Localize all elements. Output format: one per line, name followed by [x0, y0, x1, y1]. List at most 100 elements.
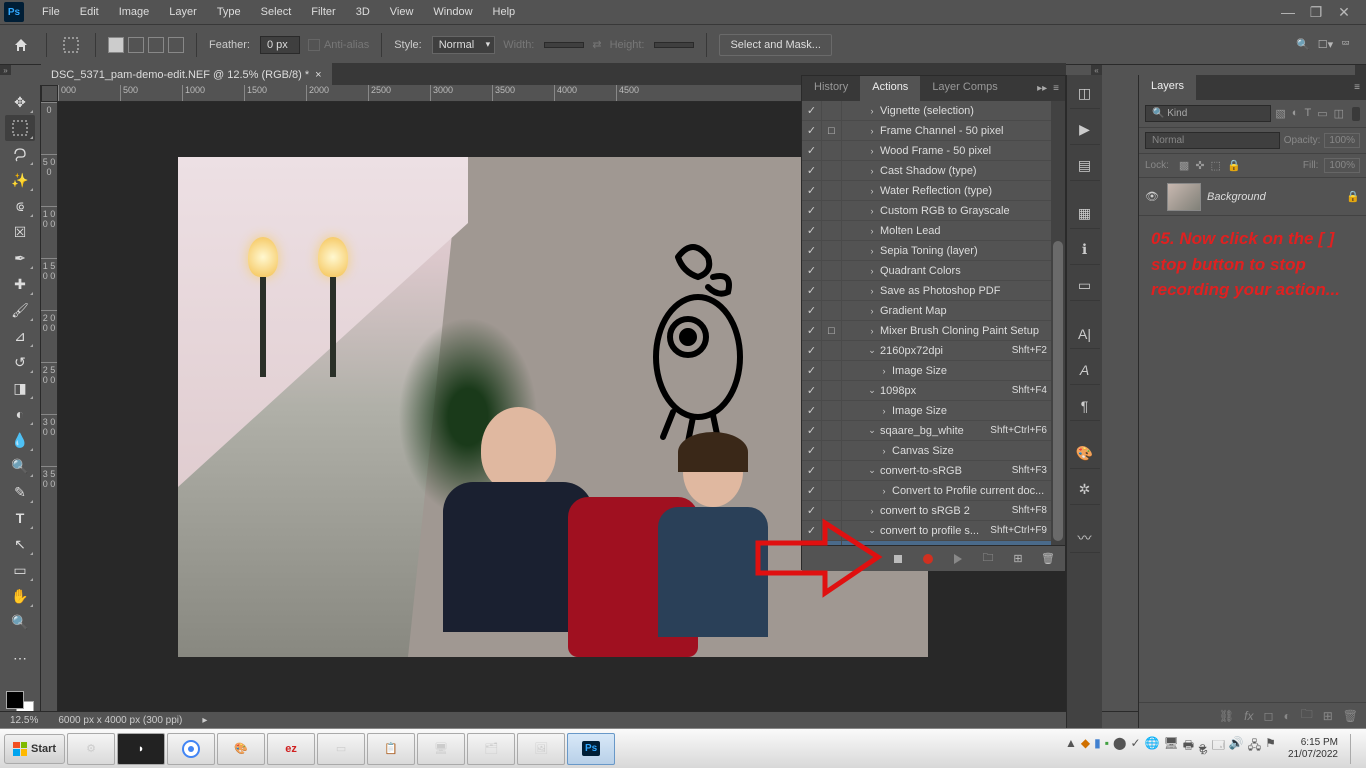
show-desktop[interactable] — [1350, 734, 1358, 764]
action-row[interactable]: ✓›Canvas Size — [802, 441, 1065, 461]
new-layer-icon[interactable]: ⊞ — [1323, 709, 1333, 723]
collapsed-strip-far-right[interactable] — [1355, 65, 1366, 75]
lock-pixels-icon[interactable]: ▩ — [1179, 159, 1189, 172]
strip-char-icon[interactable]: A| — [1070, 319, 1100, 349]
action-row[interactable]: ✓›convert to sRGB 2Shft+F8 — [802, 501, 1065, 521]
dodge-tool[interactable]: 🔍 — [5, 453, 35, 479]
status-arrow-icon[interactable]: ▸ — [202, 715, 207, 726]
action-row[interactable]: ✓›Convert to Profile current doc... — [802, 481, 1065, 501]
select-and-mask-button[interactable]: Select and Mask... — [719, 34, 832, 56]
magic-wand-tool[interactable]: ✨ — [5, 167, 35, 193]
task-item[interactable]: 🖼 — [517, 733, 565, 765]
doc-dimensions[interactable]: 6000 px x 4000 px (300 ppi) — [58, 715, 182, 726]
filter-toggle[interactable] — [1352, 107, 1360, 121]
action-row[interactable]: ✓›Water Reflection (type) — [802, 181, 1065, 201]
filter-shape-icon[interactable]: ▭ — [1317, 107, 1327, 120]
feather-input[interactable]: 0 px — [260, 36, 300, 54]
strip-grid-icon[interactable]: ▦ — [1070, 199, 1100, 229]
task-item[interactable]: 🖥 — [417, 733, 465, 765]
panel-collapse-icon[interactable]: ▸▸ — [1037, 83, 1047, 94]
tray-icons[interactable]: ▲◆▮▪⬤✓🌐🖥🖶🕏🗔🔊🖧⚑ — [1065, 736, 1276, 761]
task-chrome[interactable] — [167, 733, 215, 765]
visibility-icon[interactable]: 👁 — [1145, 190, 1161, 203]
marquee-tool[interactable] — [5, 115, 35, 141]
fill-value[interactable]: 100% — [1324, 158, 1360, 173]
tab-actions[interactable]: Actions — [860, 76, 920, 101]
strip-prop-icon[interactable]: ▭ — [1070, 271, 1100, 301]
filter-select[interactable]: 🔍 Kind — [1145, 105, 1271, 122]
layer-name[interactable]: Background — [1207, 191, 1340, 203]
trash-icon[interactable]: 🗑 — [1343, 709, 1358, 723]
marquee-tool-icon[interactable] — [59, 33, 83, 57]
fx-icon[interactable]: fx — [1244, 709, 1253, 723]
ruler-vertical[interactable]: 05 0 01 0 0 01 5 0 02 0 0 02 5 0 03 0 0 … — [41, 102, 58, 728]
start-button[interactable]: Start — [4, 734, 65, 764]
zoom-level[interactable]: 12.5% — [10, 715, 38, 726]
zoom-tool[interactable]: 🔍 — [5, 609, 35, 635]
layer-row[interactable]: 👁 Background 🔒 — [1139, 178, 1366, 216]
history-brush-tool[interactable]: ↺ — [5, 349, 35, 375]
scrollbar[interactable] — [1051, 101, 1065, 545]
actions-list[interactable]: ✓›Vignette (selection)✓□›Frame Channel -… — [802, 101, 1065, 545]
collapsed-strip-right[interactable]: « — [1091, 65, 1102, 75]
action-row[interactable]: ✓›Wood Frame - 50 pixel — [802, 141, 1065, 161]
selection-mode-icons[interactable] — [108, 37, 184, 53]
play-button[interactable] — [951, 552, 965, 566]
stop-button[interactable] — [891, 552, 905, 566]
menu-image[interactable]: Image — [109, 2, 160, 22]
action-row[interactable]: ✓›Custom RGB to Grayscale — [802, 201, 1065, 221]
strip-nav-icon[interactable]: ✲ — [1070, 475, 1100, 505]
scrollbar-thumb[interactable] — [1053, 241, 1063, 541]
layers-menu-icon[interactable]: ≡ — [1354, 82, 1360, 93]
strip-play-icon[interactable]: ▶ — [1070, 115, 1100, 145]
edit-toolbar[interactable]: ⋯ — [5, 645, 35, 671]
strip-comp-icon[interactable]: ▤ — [1070, 151, 1100, 181]
menu-layer[interactable]: Layer — [159, 2, 207, 22]
frame-tool[interactable]: ☒ — [5, 219, 35, 245]
brush-tool[interactable]: 🖌 — [5, 297, 35, 323]
menu-select[interactable]: Select — [251, 2, 302, 22]
delete-button[interactable]: 🗑 — [1041, 552, 1055, 566]
filter-smart-icon[interactable]: ◫ — [1334, 107, 1344, 120]
record-button[interactable] — [921, 552, 935, 566]
action-row[interactable]: ✓⌄sqaare_bg_whiteShft+Ctrl+F6 — [802, 421, 1065, 441]
menu-type[interactable]: Type — [207, 2, 251, 22]
action-row[interactable]: ✓›Image Size — [802, 401, 1065, 421]
style-select[interactable]: Normal — [432, 36, 495, 54]
menu-file[interactable]: File — [32, 2, 70, 22]
maximize-button[interactable]: ❐ — [1308, 4, 1324, 21]
minimize-button[interactable]: — — [1280, 4, 1296, 21]
menu-filter[interactable]: Filter — [301, 2, 345, 22]
lock-nested-icon[interactable]: ⬚ — [1211, 159, 1221, 172]
path-select-tool[interactable]: ↖ — [5, 531, 35, 557]
fg-color[interactable] — [6, 691, 24, 709]
action-row[interactable]: ✓⌄2160px72dpiShft+F2 — [802, 341, 1065, 361]
link-icon[interactable]: ⛓ — [1219, 709, 1234, 723]
strip-info-icon[interactable]: ℹ — [1070, 235, 1100, 265]
action-row[interactable]: ✓›Molten Lead — [802, 221, 1065, 241]
tab-layers[interactable]: Layers — [1139, 75, 1196, 100]
menu-help[interactable]: Help — [483, 2, 526, 22]
action-row[interactable]: ✓⌄convert-to-sRGBShft+F3 — [802, 461, 1065, 481]
shape-tool[interactable]: ▭ — [5, 557, 35, 583]
document-tab[interactable]: DSC_5371_pam-demo-edit.NEF @ 12.5% (RGB/… — [41, 63, 332, 85]
hand-tool[interactable]: ✋ — [5, 583, 35, 609]
layer-thumbnail[interactable] — [1167, 183, 1201, 211]
tab-history[interactable]: History — [802, 76, 860, 101]
new-action-button[interactable]: ⊞ — [1011, 552, 1025, 566]
panel-menu-icon[interactable]: ≡ — [1053, 83, 1059, 94]
action-row[interactable]: ✓›Vignette (selection) — [802, 101, 1065, 121]
action-row[interactable]: ✓⌄convert to profile s...Shft+Ctrl+F9 — [802, 521, 1065, 541]
action-row[interactable]: ✓›Gradient Map — [802, 301, 1065, 321]
menu-view[interactable]: View — [380, 2, 424, 22]
pen-tool[interactable]: ✎ — [5, 479, 35, 505]
task-paint[interactable]: 🎨 — [217, 733, 265, 765]
task-item[interactable]: ◗ — [117, 733, 165, 765]
adj-icon[interactable]: ◐ — [1283, 709, 1290, 723]
filter-adj-icon[interactable]: ◐ — [1292, 107, 1299, 120]
eyedropper-tool[interactable]: ✒ — [5, 245, 35, 271]
new-set-button[interactable]: 🗀 — [981, 552, 995, 566]
healing-tool[interactable]: ✚ — [5, 271, 35, 297]
blur-tool[interactable]: 💧 — [5, 427, 35, 453]
menu-edit[interactable]: Edit — [70, 2, 109, 22]
